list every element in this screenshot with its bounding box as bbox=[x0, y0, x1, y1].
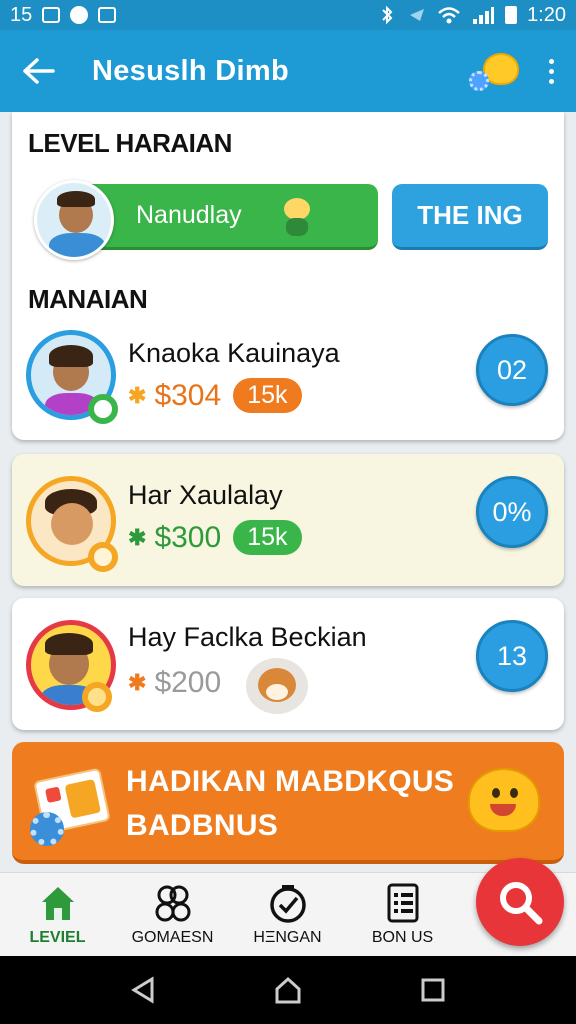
nav-label: GOMAESN bbox=[131, 929, 214, 946]
status-time-right: 1:20 bbox=[527, 3, 566, 26]
player-badge: 15k bbox=[233, 520, 302, 555]
rank-badge[interactable]: 13 bbox=[476, 620, 548, 692]
money-row: ✱ $200 bbox=[128, 666, 221, 700]
green-level-button-label: Nanudlay bbox=[136, 201, 242, 229]
rank-badge[interactable]: 0% bbox=[476, 476, 548, 548]
players-heading: MANAIAN bbox=[28, 284, 148, 314]
clock-check-icon bbox=[268, 883, 308, 923]
player-card[interactable]: Hay Faclka Beckian ✱ $200 13 bbox=[12, 598, 564, 730]
player-amount: $300 bbox=[154, 520, 222, 554]
notification-icon bbox=[42, 7, 61, 23]
list-icon bbox=[383, 883, 423, 923]
blue-action-button[interactable]: THE ING bbox=[392, 184, 548, 250]
bluetooth-icon bbox=[382, 5, 393, 25]
nav-item-games[interactable]: GOMAESN bbox=[115, 873, 230, 957]
gear-icon bbox=[469, 71, 489, 91]
banner-line-2: BADBNUS bbox=[126, 809, 279, 842]
nav-item-hangan[interactable]: HΞNGAN bbox=[230, 873, 345, 957]
chat-icon bbox=[70, 6, 89, 24]
battery-icon bbox=[505, 6, 518, 24]
app-bar: Nesuslh Dimb bbox=[0, 30, 576, 112]
player-amount: $200 bbox=[154, 666, 222, 699]
green-level-button[interactable]: Nanudlay bbox=[78, 184, 378, 250]
back-arrow-icon bbox=[23, 58, 55, 84]
banner-text: HADIKAN MABDKQUS BADBNUS bbox=[126, 760, 454, 848]
nav-label: HΞNGAN bbox=[253, 929, 322, 946]
online-status-icon bbox=[88, 394, 118, 424]
overflow-menu-button[interactable] bbox=[543, 53, 560, 90]
main-content: LEVEL HARAIAN Nanudlay THE ING MANAIAN K… bbox=[0, 112, 576, 872]
sparkle-icon: ✱ bbox=[128, 670, 147, 695]
rank-badge[interactable]: 02 bbox=[476, 334, 548, 406]
signal-icon bbox=[473, 7, 495, 24]
gear-icon bbox=[30, 812, 64, 846]
sparkle-icon: ✱ bbox=[128, 382, 147, 408]
player-badge: 15k bbox=[233, 378, 302, 413]
money-row: ✱ $304 15k bbox=[128, 378, 302, 413]
mail-icon bbox=[98, 7, 117, 23]
cat-avatar-icon bbox=[246, 658, 308, 714]
group-icon bbox=[153, 883, 193, 923]
search-fab-button[interactable] bbox=[476, 858, 564, 946]
system-home-icon[interactable] bbox=[273, 975, 303, 1005]
banner-line-1: HADIKAN MABDKQUS bbox=[126, 765, 455, 798]
player-name: Har Xaulalay bbox=[128, 480, 283, 510]
blue-action-button-label: THE ING bbox=[417, 200, 523, 230]
mascot-icon bbox=[464, 768, 544, 838]
player-card[interactable]: Har Xaulalay ✱ $300 15k 0% bbox=[12, 454, 564, 586]
player-amount: $304 bbox=[154, 378, 222, 412]
system-nav-bar bbox=[0, 956, 576, 1024]
airplane-icon bbox=[410, 9, 425, 21]
nav-label: LEVIEL bbox=[29, 929, 86, 946]
app-title: Nesuslh Dimb bbox=[92, 54, 289, 87]
player-name: Hay Faclka Beckian bbox=[128, 622, 367, 652]
player-name: Knaoka Kauinaya bbox=[128, 338, 340, 368]
user-avatar[interactable] bbox=[34, 180, 114, 260]
money-row: ✱ $300 15k bbox=[128, 520, 302, 555]
system-recents-icon[interactable] bbox=[418, 975, 448, 1005]
home-icon bbox=[38, 883, 78, 923]
sparkle-icon: ✱ bbox=[128, 524, 147, 550]
nav-item-bonus[interactable]: BON US bbox=[345, 873, 460, 957]
level-row: Nanudlay THE ING bbox=[34, 178, 548, 260]
wifi-icon bbox=[438, 7, 460, 24]
player-row[interactable]: Knaoka Kauinaya ✱ $304 15k 02 bbox=[12, 322, 564, 440]
status-time-left: 15 bbox=[10, 3, 33, 26]
ring-icon bbox=[88, 542, 118, 572]
nav-item-level[interactable]: LEVIEL bbox=[0, 873, 115, 957]
status-bar: 15 1:20 bbox=[0, 0, 576, 30]
search-icon bbox=[500, 882, 543, 925]
mascot-settings-button[interactable] bbox=[469, 49, 523, 93]
level-heading: LEVEL HARAIAN bbox=[28, 128, 232, 158]
bonus-banner[interactable]: HADIKAN MABDKQUS BADBNUS bbox=[12, 742, 564, 864]
top-panel: LEVEL HARAIAN Nanudlay THE ING MANAIAN K… bbox=[12, 112, 564, 440]
ring-icon bbox=[82, 682, 112, 712]
cat-icon bbox=[280, 198, 314, 236]
back-button[interactable] bbox=[10, 41, 70, 101]
system-back-icon[interactable] bbox=[128, 975, 158, 1005]
nav-label: BON US bbox=[371, 929, 434, 946]
